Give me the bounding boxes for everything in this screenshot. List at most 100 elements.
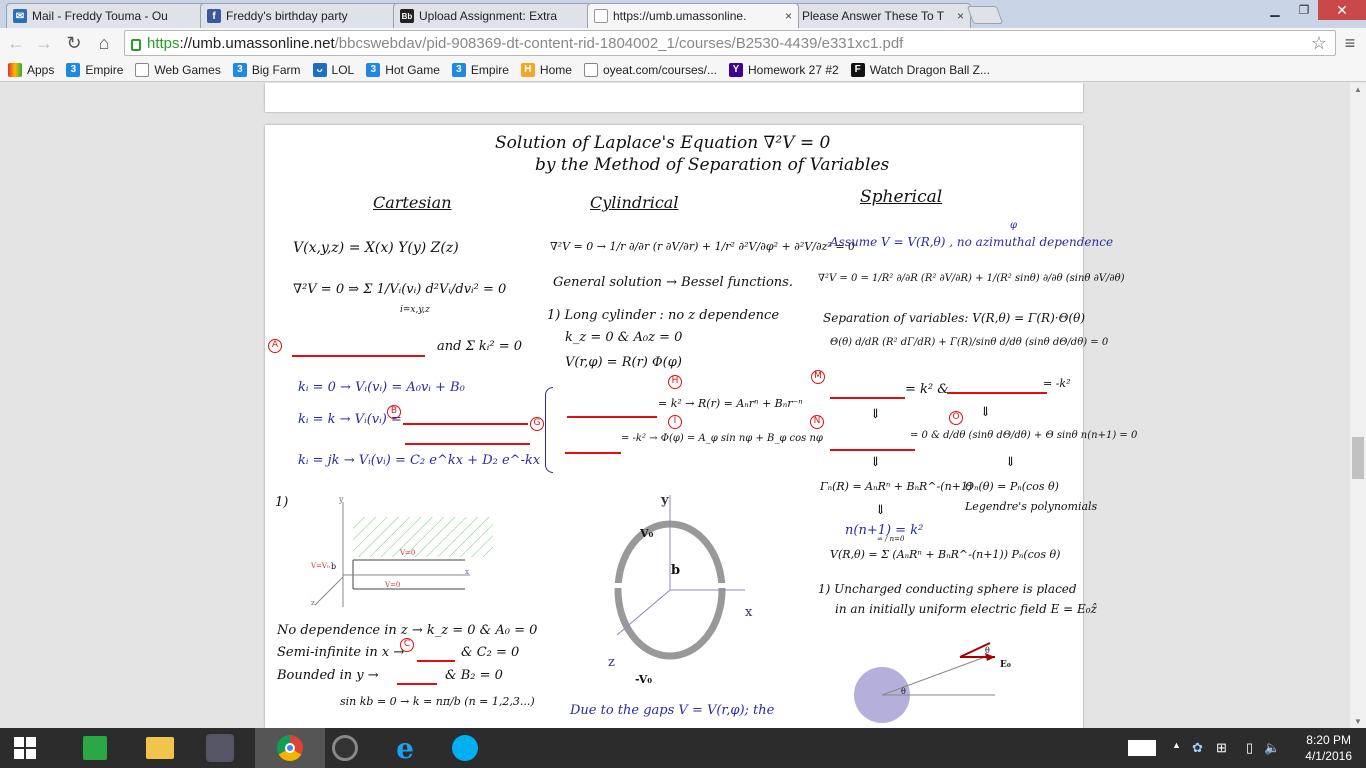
- cartesian-case2: kᵢ = k → Vᵢ(vᵢ) =: [298, 412, 402, 427]
- dropbox-icon[interactable]: ✿: [1192, 740, 1203, 756]
- tab-chegg[interactable]: C Please Answer These To T ×: [776, 3, 971, 28]
- speaker-app-icon[interactable]: [320, 728, 370, 768]
- store-icon[interactable]: [70, 728, 120, 768]
- tab-mail[interactable]: ✉ Mail - Freddy Touma - Ou ×: [6, 3, 228, 28]
- bookmark-label: Home: [539, 62, 572, 77]
- bookmark-label: Hot Game: [385, 62, 440, 77]
- vertical-scrollbar[interactable]: ▲ ▼: [1350, 83, 1366, 728]
- arrow-down: ⇓: [870, 407, 881, 422]
- touch-keyboard-icon[interactable]: [1128, 740, 1156, 756]
- address-bar[interactable]: https://umb.umassonline.net/bbcswebdav/p…: [124, 30, 1336, 56]
- fig3-theta: θ: [985, 646, 990, 655]
- minimize-button[interactable]: ▁: [1260, 0, 1290, 20]
- url-path: /bbcswebdav/pid-908369-dt-content-rid-18…: [334, 34, 904, 52]
- document-icon: [594, 9, 608, 23]
- bookmark-big-farm[interactable]: 3 Big Farm: [232, 62, 301, 77]
- yahoo-icon: Y: [728, 62, 743, 77]
- show-hidden-icons[interactable]: ▲: [1172, 740, 1181, 750]
- fig2-b-label: b: [671, 563, 681, 578]
- scroll-down-arrow[interactable]: ▼: [1354, 717, 1362, 726]
- answer-label-n: N: [810, 415, 824, 429]
- skype-icon[interactable]: [440, 728, 490, 768]
- restore-button[interactable]: ❐: [1290, 0, 1318, 20]
- page-title-line1: Solution of Laplace's Equation ∇²V = 0: [495, 133, 831, 153]
- bookmark-oyeat[interactable]: oyeat.com/courses/...: [583, 62, 717, 77]
- spherical-assume: Assume V = V(R,θ) , no azimuthal depende…: [830, 235, 1114, 249]
- chrome-menu-icon[interactable]: ≡: [1340, 33, 1360, 53]
- close-window-button[interactable]: ✕: [1318, 0, 1366, 20]
- action-center-icon[interactable]: ⊞: [1216, 740, 1227, 756]
- cartesian-heading: Cartesian: [373, 193, 452, 212]
- tab-blackboard[interactable]: Bb Upload Assignment: Extra ×: [393, 3, 615, 28]
- spherical-separation: Separation of variables: V(R,θ) = Γ(R)·Θ…: [823, 311, 1086, 325]
- cartesian-cond1: No dependence in z → k_z = 0 & A₀ = 0: [277, 623, 538, 638]
- bookmark-dragon-ball[interactable]: F Watch Dragon Ball Z...: [850, 62, 990, 77]
- chrome-icon[interactable]: [255, 728, 325, 768]
- battery-icon[interactable]: ▯: [1246, 740, 1253, 756]
- bookmark-homework[interactable]: Y Homework 27 #2: [728, 62, 839, 77]
- clock-time: 8:20 PM: [1306, 733, 1351, 747]
- start-button[interactable]: [0, 728, 50, 768]
- answer-blank-g1: [567, 416, 657, 418]
- system-clock[interactable]: 8:20 PM 4/1/2016: [1305, 732, 1352, 764]
- clock-date: 4/1/2016: [1305, 749, 1352, 763]
- game-icon: 3: [232, 62, 247, 77]
- cartesian-sum-index: i=x,y,z: [400, 305, 430, 315]
- home-button[interactable]: ⌂: [94, 33, 114, 53]
- bookmark-hot-game[interactable]: 3 Hot Game: [366, 62, 440, 77]
- scroll-up-arrow[interactable]: ▲: [1354, 85, 1362, 94]
- close-tab-icon[interactable]: ×: [957, 9, 964, 23]
- windows-logo-icon: [14, 737, 36, 759]
- page-icon: [583, 62, 598, 77]
- bookmark-label: Empire: [85, 62, 124, 77]
- answer-label-c: C: [400, 638, 414, 652]
- fig1-y-label: y: [339, 495, 344, 504]
- cartesian-eq1: V(x,y,z) = X(x) Y(y) Z(z): [293, 240, 459, 256]
- bookmark-lol[interactable]: ᴗ LOL: [312, 62, 354, 77]
- tab-strip: ✉ Mail - Freddy Touma - Ou × f Freddy's …: [0, 0, 1366, 28]
- f-icon: F: [850, 62, 865, 77]
- tab-title: Please Answer These To T: [802, 9, 945, 23]
- game-icon: 3: [451, 62, 466, 77]
- tab-title: Upload Assignment: Extra: [419, 9, 558, 23]
- answer-blank-g2: [565, 452, 621, 454]
- lock-icon: [131, 39, 141, 51]
- bookmark-apps[interactable]: Apps: [8, 62, 54, 77]
- tab-title: Mail - Freddy Touma - Ou: [32, 9, 168, 23]
- cartesian-cond3b: & B₂ = 0: [445, 668, 503, 683]
- tab-pdf-active[interactable]: https://umb.umassonline. ×: [587, 3, 799, 28]
- cylindrical-heading: Cylindrical: [590, 193, 679, 212]
- cartesian-eq2: ∇²V = 0 ⇒ Σ 1/Vᵢ(vᵢ) d²Vᵢ/dvᵢ² = 0: [293, 282, 507, 297]
- answer-label-g: G: [530, 417, 544, 431]
- reload-button[interactable]: ↻: [64, 33, 84, 53]
- cartesian-case3: kᵢ = jk → Vᵢ(vᵢ) = C₂ e^kx + D₂ e^-kx: [298, 453, 541, 468]
- bookmark-home[interactable]: H Home: [520, 62, 572, 77]
- fig2-y-label: y: [661, 493, 669, 508]
- cartesian-case1: kᵢ = 0 → Vᵢ(vᵢ) = A₀vᵢ + B₀: [298, 380, 465, 395]
- bookmark-label: Homework 27 #2: [747, 62, 839, 77]
- back-button[interactable]: ←: [6, 33, 26, 53]
- brace: [545, 387, 553, 473]
- arrow-down: ⇓: [875, 503, 886, 518]
- fig1-z-label: z: [311, 599, 315, 607]
- bookmark-empire[interactable]: 3 Empire: [66, 62, 124, 77]
- cartesian-cond3: Bounded in y →: [277, 668, 379, 683]
- bookmark-label: Big Farm: [251, 62, 301, 77]
- bookmark-empire-2[interactable]: 3 Empire: [451, 62, 509, 77]
- fig1-v-v0: V=V₀: [311, 562, 330, 570]
- scrollbar-thumb[interactable]: [1352, 437, 1364, 479]
- doc-viewer-icon[interactable]: [195, 728, 245, 768]
- arrow-down: ⇓: [980, 405, 991, 420]
- internet-explorer-icon[interactable]: e: [380, 728, 430, 768]
- tab-facebook[interactable]: f Freddy's birthday party ×: [200, 3, 422, 28]
- forward-button[interactable]: →: [34, 33, 54, 53]
- bookmark-star-icon[interactable]: ☆: [1311, 33, 1327, 54]
- file-explorer-icon[interactable]: [135, 728, 185, 768]
- answer-blank-d: [397, 683, 437, 685]
- volume-icon[interactable]: 🔈: [1264, 740, 1280, 756]
- fig2-v0-label: V₀: [640, 527, 654, 540]
- close-tab-icon[interactable]: ×: [785, 9, 792, 23]
- spherical-theta-eq: = 0 & d/dθ (sinθ dΘ/dθ) + Θ sinθ n(n+1) …: [910, 430, 1138, 441]
- new-tab-button[interactable]: [966, 6, 1004, 24]
- bookmark-web-games[interactable]: Web Games: [135, 62, 221, 77]
